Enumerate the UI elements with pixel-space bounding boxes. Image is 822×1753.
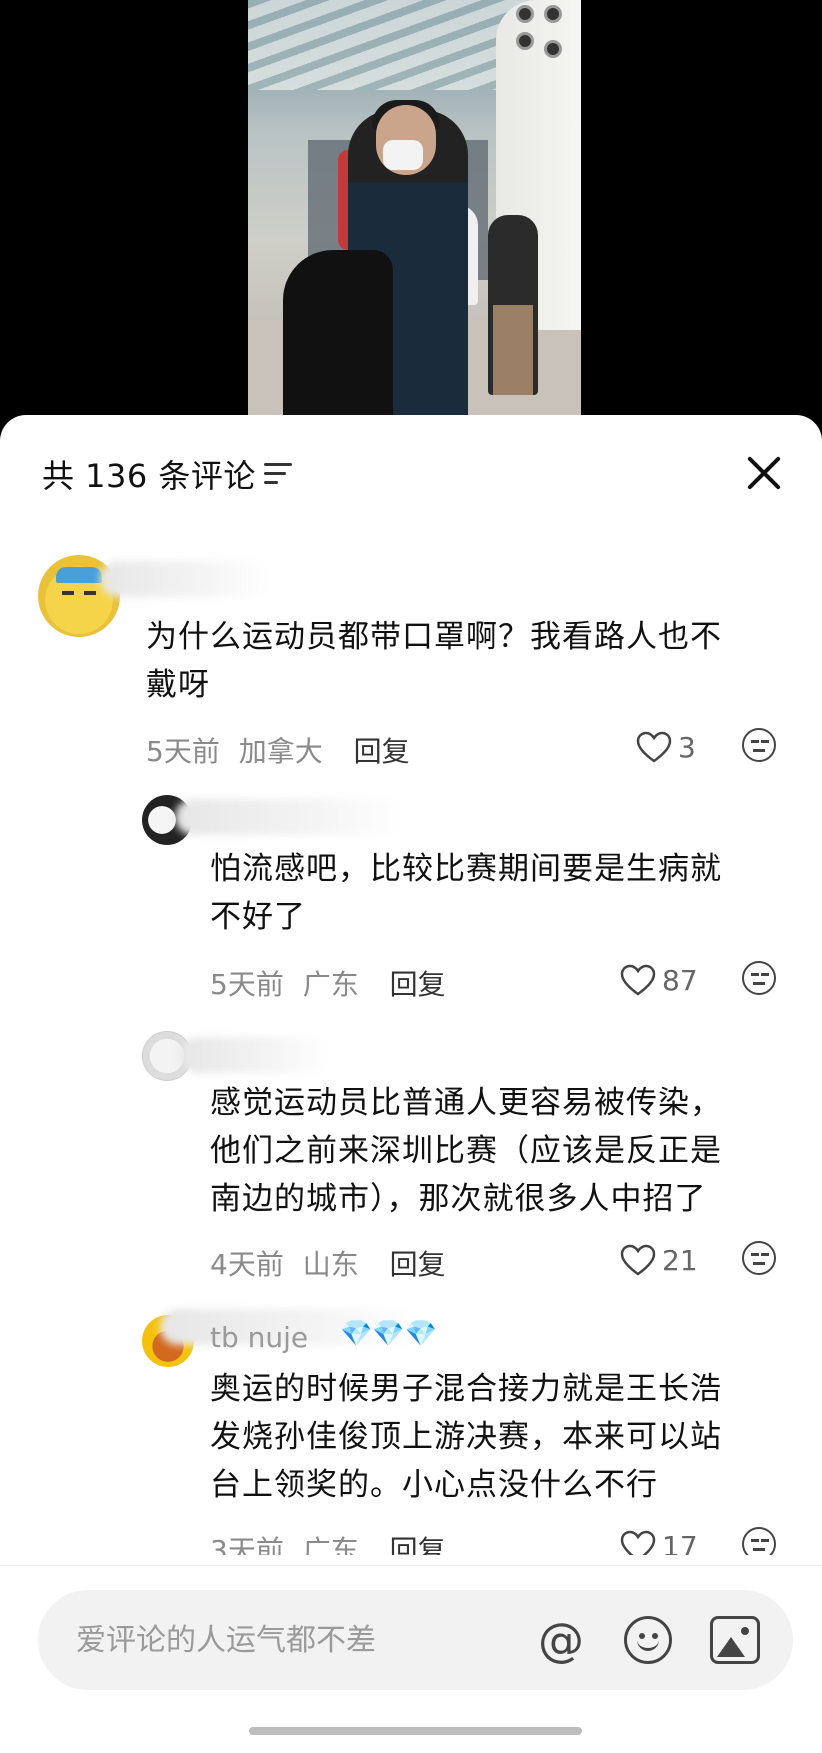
username-blurred[interactable]	[175, 799, 405, 835]
more-options-icon[interactable]	[742, 1527, 776, 1555]
reply-button[interactable]: 回复	[354, 735, 410, 768]
reply-button[interactable]: 回复	[390, 1534, 446, 1555]
like-button[interactable]: 21	[620, 1240, 698, 1280]
username-blurred[interactable]	[100, 561, 270, 597]
like-button[interactable]: 17	[620, 1526, 698, 1555]
comment-time: 5天前	[210, 968, 284, 1001]
more-options-icon[interactable]	[742, 728, 776, 762]
comment-text-line: 奥运的时候男子混合接力就是王长浩	[210, 1371, 722, 1407]
comments-sheet: 共 136 条评论 为什么运动员都带口罩啊？我看路人也不 戴呀 5天前 加拿大 …	[0, 415, 822, 1753]
like-button[interactable]: 87	[620, 960, 698, 1000]
comments-header: 共 136 条评论	[0, 415, 822, 525]
username[interactable]: tb nuje	[210, 1321, 308, 1354]
comment-time: 5天前	[146, 735, 220, 768]
comment-meta: 3天前 广东 回复	[210, 1529, 446, 1555]
heart-icon	[636, 731, 672, 763]
comment-meta: 5天前 加拿大 回复	[146, 730, 410, 770]
comment-location: 加拿大	[238, 735, 323, 768]
comment-input-bar: @	[0, 1565, 822, 1753]
comment-time: 4天前	[210, 1248, 284, 1281]
video-area[interactable]	[0, 0, 822, 440]
comment-input-container[interactable]: @	[38, 1590, 793, 1690]
reply-button[interactable]: 回复	[390, 1248, 446, 1281]
like-count: 87	[662, 963, 698, 997]
comment-text-line: 发烧孙佳俊顶上游决赛，本来可以站	[210, 1419, 722, 1455]
comment-count: 共 136 条评论	[42, 457, 256, 495]
more-options-icon[interactable]	[742, 961, 776, 995]
like-button[interactable]: 3	[636, 727, 696, 767]
image-icon[interactable]	[710, 1616, 760, 1664]
comment-location: 广东	[302, 968, 359, 1001]
like-count: 3	[678, 730, 696, 764]
heart-icon	[620, 1530, 656, 1555]
close-icon[interactable]	[742, 451, 786, 495]
like-count: 17	[662, 1529, 698, 1556]
heart-icon	[620, 1244, 656, 1276]
comment-text-line: 台上领奖的。小心点没什么不行	[210, 1467, 658, 1503]
reply-button[interactable]: 回复	[390, 968, 446, 1001]
comment-location: 广东	[302, 1534, 359, 1555]
sort-icon[interactable]	[264, 463, 292, 487]
comment-text-line: 感觉运动员比普通人更容易被传染，	[210, 1085, 722, 1121]
emoji-icon[interactable]	[624, 1616, 672, 1664]
vip-badge: 💎💎💎	[340, 1319, 438, 1349]
comment-meta: 5天前 广东 回复	[210, 963, 446, 1003]
comment-text-line: 南边的城市），那次就很多人中招了	[210, 1181, 707, 1217]
more-options-icon[interactable]	[742, 1241, 776, 1275]
comment-text-line: 不好了	[210, 899, 306, 935]
comment-time: 3天前	[210, 1534, 284, 1555]
heart-icon	[620, 964, 656, 996]
comment-text-line: 戴呀	[146, 667, 210, 703]
home-indicator[interactable]	[249, 1727, 582, 1735]
comment-list[interactable]: 为什么运动员都带口罩啊？我看路人也不 戴呀 5天前 加拿大 回复 3 怕流感吧，…	[0, 555, 822, 1555]
comment-input[interactable]	[76, 1618, 516, 1662]
comment-text-line: 怕流感吧，比较比赛期间要是生病就	[210, 851, 722, 887]
like-count: 21	[662, 1243, 698, 1277]
video-thumbnail[interactable]	[248, 0, 581, 440]
comment-text-line: 他们之前来深圳比赛（应该是反正是	[210, 1133, 722, 1169]
username-blurred[interactable]	[180, 1037, 330, 1073]
at-mention-icon[interactable]: @	[536, 1615, 586, 1665]
comment-meta: 4天前 山东 回复	[210, 1243, 446, 1283]
comment-text-line: 为什么运动员都带口罩啊？我看路人也不	[146, 619, 722, 655]
comment-location: 山东	[302, 1248, 359, 1281]
